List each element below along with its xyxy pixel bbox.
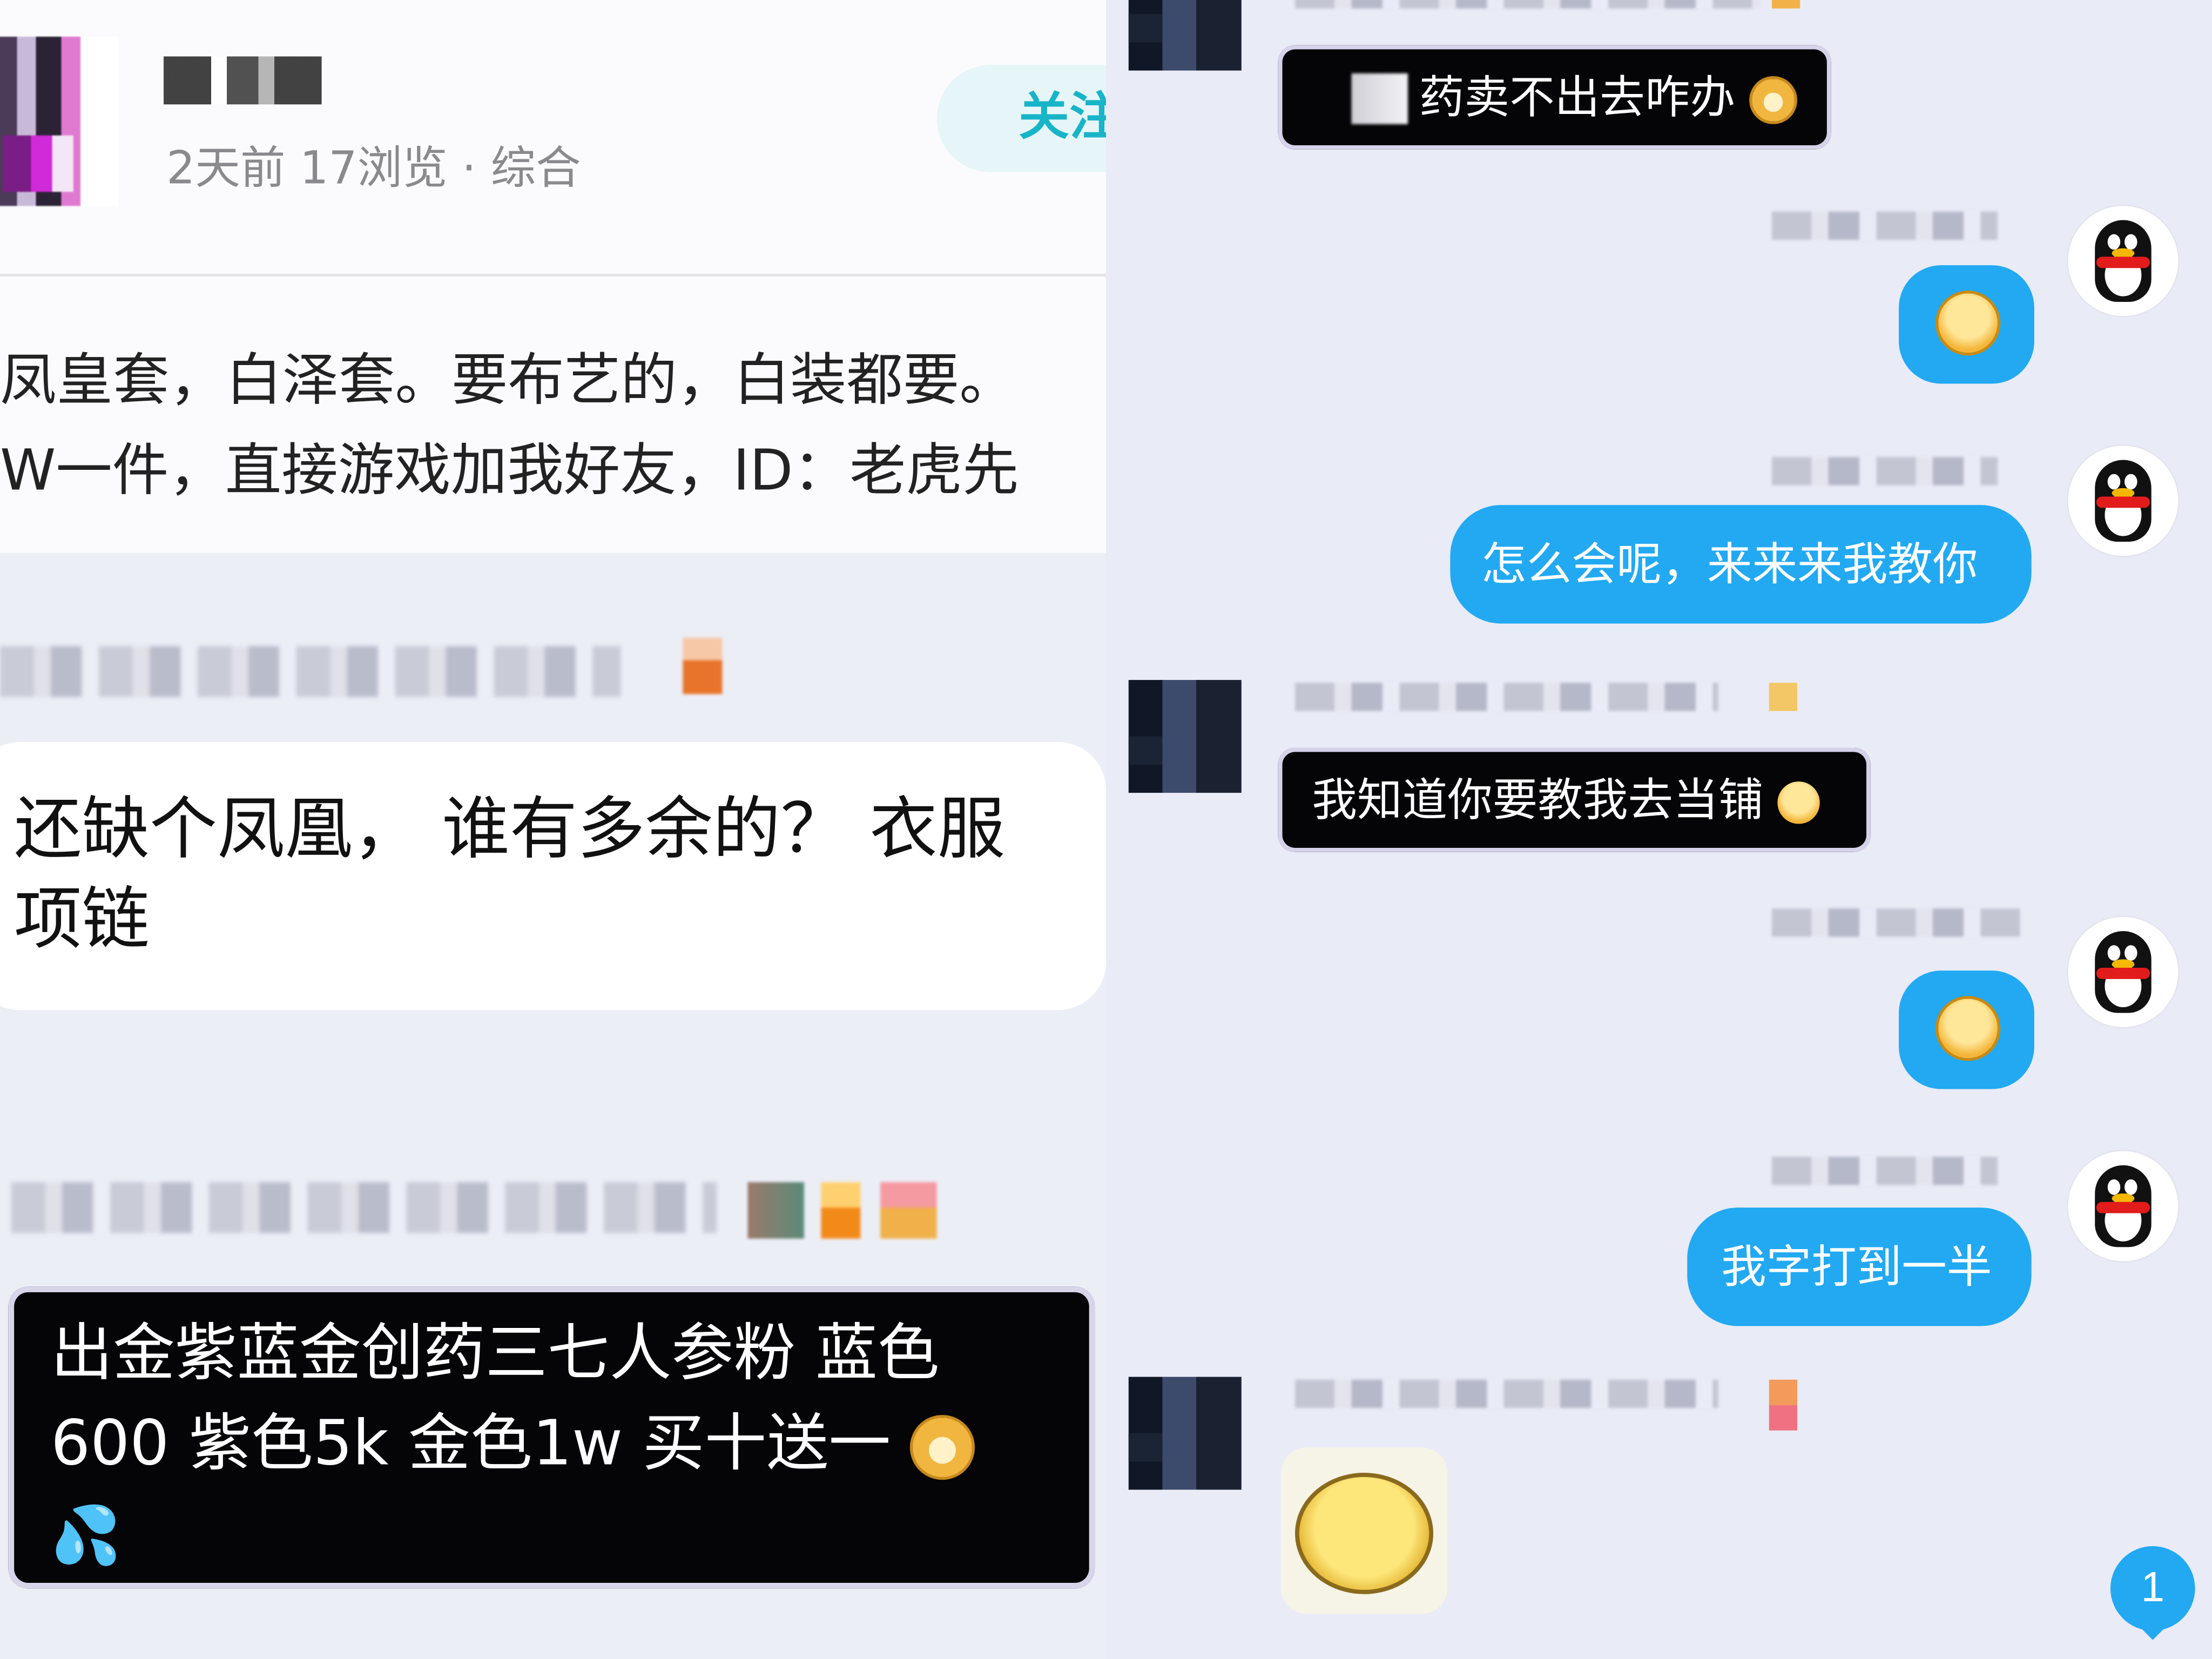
grin-emoji-icon [1936,291,2001,356]
level-badge-icon [683,637,723,694]
comment-header-blurred [0,646,621,697]
chat-bubble-outgoing[interactable]: 我字打到一半 [1687,1208,2032,1326]
bubble-blurred-patch [1351,73,1408,124]
post-divider [0,273,1107,277]
comment-text-line: 💦 [51,1490,975,1582]
qq-penguin-avatar[interactable] [2068,916,2179,1027]
post-author-name-blurred [164,56,322,105]
chat-bubble-incoming[interactable]: 我知道你要教我去当铺 [1278,747,1871,852]
unread-count-badge[interactable]: 1 [2110,1546,2195,1631]
comment-header-blurred [11,1182,717,1233]
grin-emoji-icon [1777,781,1820,824]
screenshot-stage: 2天前 17浏览 · 综合 关注 凤皇套，白泽套。要布艺的，白装都要。 W一件，… [0,0,2212,1659]
post-body-line: 凤皇套，白泽套。要布艺的，白装都要。 [0,348,1016,414]
post-meta: 2天前 17浏览 · 综合 [166,141,581,195]
sender-avatar[interactable] [1128,680,1242,793]
chat-message-text: 我字打到一半 [1721,1240,1992,1294]
comment-text: 还缺个凤凰， 谁有多余的？ 衣服 项链 [14,784,1005,965]
comment-text-line: 项链 [14,880,150,960]
qq-penguin-avatar[interactable] [2068,446,2179,556]
qq-penguin-avatar[interactable] [2068,1151,2179,1262]
sender-name-blurred [1295,683,1718,711]
comment-text: 出金紫蓝金创药三七人参粉 蓝色 600 紫色5k 金色1w 买十送一 💦 [51,1309,976,1582]
sender-name-blurred [1295,1379,1718,1408]
sender-name-blurred [1771,1157,1998,1185]
chat-message-text: 药卖不出去咋办 [1419,70,1736,124]
comment-text-line: 600 紫色5k 金色1w 买十送一 [51,1399,976,1489]
sender-name-blurred [1295,0,1761,9]
sender-name-blurred [1771,457,1998,485]
level-badge-icon [1769,683,1798,711]
comment-text-span: 600 紫色5k 金色1w 买十送一 [51,1408,891,1480]
post-body-line: W一件，直接游戏加我好友，ID：老虎先 [0,439,1019,504]
sender-name-blurred [1771,211,1998,240]
sender-avatar[interactable] [1128,1377,1242,1490]
cat-face-emoji-icon [910,1415,976,1480]
cat-face-emoji-icon [1749,76,1798,124]
level-badge-icon [1769,1379,1798,1431]
comment-text-line: 还缺个凤凰， 谁有多余的？ 衣服 [14,790,1006,869]
laughing-face-sticker-icon [1295,1473,1434,1594]
sender-avatar[interactable] [1128,0,1242,71]
level-badge-icon [747,1182,804,1239]
chat-bubble-outgoing[interactable] [1899,265,2034,384]
level-badge-icon [821,1182,861,1239]
follow-button[interactable]: 关注 [936,65,1107,172]
sweat-drops-icon: 💦 [51,1503,122,1569]
post-body: 凤皇套，白泽套。要布艺的，白装都要。 W一件，直接游戏加我好友，ID：老虎先 [0,336,1106,516]
chat-message-text: 我知道你要教我去当铺 [1312,773,1764,827]
level-badge-icon [1771,0,1800,9]
post-author-avatar[interactable] [0,36,119,206]
chat-bubble-outgoing[interactable]: 怎么会呢，来来来我教你 [1450,505,2032,624]
qq-penguin-avatar[interactable] [2068,206,2179,316]
chat-bubble-outgoing[interactable] [1899,970,2034,1089]
forum-post-panel: 2天前 17浏览 · 综合 关注 凤皇套，白泽套。要布艺的，白装都要。 W一件，… [0,0,1107,1659]
comment-text-line: 出金紫蓝金创药三七人参粉 蓝色 [51,1317,940,1390]
chat-message-text: 怎么会呢，来来来我教你 [1481,537,1978,591]
sender-name-blurred [1771,908,2020,937]
sad-emoji-icon [1936,996,2001,1061]
level-badge-icon [880,1182,937,1239]
chat-sticker[interactable] [1280,1447,1448,1614]
